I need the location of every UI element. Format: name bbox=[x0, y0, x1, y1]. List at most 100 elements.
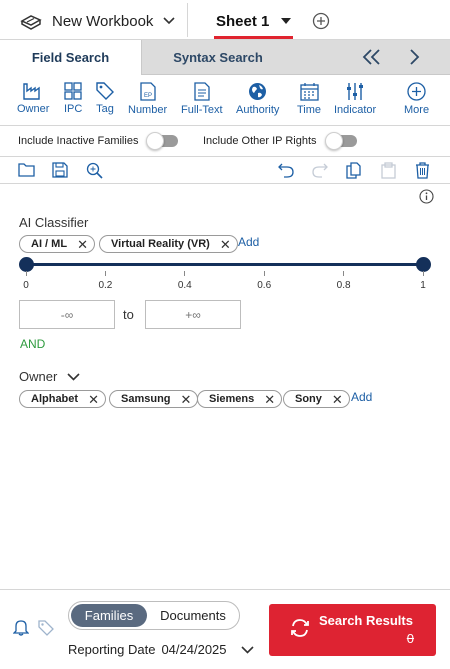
search-query-icon[interactable] bbox=[86, 162, 103, 179]
trash-icon[interactable] bbox=[415, 162, 430, 179]
search-results-button[interactable]: Search Results 0 bbox=[269, 604, 436, 656]
chip-virtual-reality[interactable]: Virtual Reality (VR) ✕ bbox=[99, 235, 238, 253]
grid-icon bbox=[64, 82, 82, 100]
field-fulltext-button[interactable]: Full-Text bbox=[181, 82, 223, 116]
slider-tick-label: 0.8 bbox=[336, 280, 351, 291]
ai-score-slider-track[interactable] bbox=[26, 263, 423, 266]
close-icon[interactable]: ✕ bbox=[264, 393, 275, 406]
ai-classifier-add-link[interactable]: Add bbox=[238, 235, 259, 249]
segment-documents[interactable]: Documents bbox=[153, 604, 233, 627]
owner-add-link[interactable]: Add bbox=[351, 390, 372, 404]
field-owner-label: Owner bbox=[17, 103, 50, 115]
close-icon[interactable]: ✕ bbox=[220, 238, 231, 251]
close-icon[interactable]: ✕ bbox=[88, 393, 99, 406]
active-sheet-indicator bbox=[214, 36, 293, 39]
owner-label: Owner bbox=[19, 369, 58, 384]
chip-samsung[interactable]: Samsung ✕ bbox=[109, 390, 199, 408]
owner-section-header[interactable]: Owner bbox=[19, 369, 80, 384]
chevron-down-icon bbox=[163, 17, 176, 25]
search-results-label: Search Results bbox=[319, 613, 413, 628]
factory-icon bbox=[23, 83, 40, 100]
chip-ai-ml[interactable]: AI / ML ✕ bbox=[19, 235, 95, 253]
slider-tick-label: 0.6 bbox=[257, 280, 272, 291]
slider-tick bbox=[263, 271, 265, 276]
tab-syntax-search[interactable]: Syntax Search bbox=[143, 40, 293, 75]
tag-icon[interactable] bbox=[38, 620, 54, 636]
close-icon[interactable]: ✕ bbox=[181, 393, 192, 406]
slider-tick-label: 0 bbox=[23, 280, 29, 291]
range-to-input[interactable] bbox=[145, 300, 241, 329]
field-ipc-button[interactable]: IPC bbox=[64, 82, 82, 115]
segment-families[interactable]: Families bbox=[71, 604, 147, 627]
bottom-bar: Families Documents Reporting Date 04/24/… bbox=[0, 589, 450, 669]
field-owner-button[interactable]: Owner bbox=[17, 82, 49, 115]
field-time-label: Time bbox=[297, 104, 322, 116]
field-indicator-label: Indicator bbox=[334, 104, 377, 116]
paste-icon[interactable] bbox=[381, 162, 396, 179]
reporting-date-value: 04/24/2025 bbox=[161, 642, 227, 657]
slider-tick bbox=[104, 271, 106, 276]
divider bbox=[187, 3, 188, 37]
copy-icon[interactable] bbox=[346, 162, 361, 179]
chip-label: Alphabet bbox=[31, 393, 79, 405]
toggle-other-ip-rights-label: Include Other IP Rights bbox=[203, 135, 317, 147]
sheet-tab[interactable]: Sheet 1 bbox=[216, 8, 292, 34]
document-ep-icon: EP bbox=[139, 82, 156, 101]
sheet-label: Sheet 1 bbox=[216, 12, 270, 30]
reporting-date-selector[interactable]: Reporting Date 04/24/2025 bbox=[68, 642, 254, 657]
slider-tick bbox=[184, 271, 186, 276]
toggle-other-ip-rights[interactable]: Include Other IP Rights bbox=[203, 132, 357, 150]
redo-icon[interactable] bbox=[312, 162, 328, 178]
query-toolbar bbox=[0, 158, 450, 184]
text-document-icon bbox=[194, 82, 210, 101]
tab-field-search[interactable]: Field Search bbox=[0, 40, 142, 75]
undo-icon[interactable] bbox=[278, 162, 294, 178]
toggle-inactive-families-label: Include Inactive Families bbox=[18, 135, 139, 147]
chip-label: Samsung bbox=[121, 393, 171, 405]
toggle-inactive-families-switch[interactable] bbox=[146, 132, 179, 150]
field-indicator-button[interactable]: Indicator bbox=[334, 82, 376, 116]
chevron-down-icon[interactable] bbox=[67, 372, 80, 381]
chevron-down-icon[interactable] bbox=[240, 645, 254, 654]
field-toolbar: Owner IPC Tag EP Number Full-Text Author… bbox=[0, 76, 450, 126]
field-authority-button[interactable]: Authority bbox=[236, 82, 279, 116]
slider-max-handle[interactable] bbox=[415, 257, 431, 272]
chip-siemens[interactable]: Siemens ✕ bbox=[197, 390, 283, 408]
and-operator[interactable]: AND bbox=[20, 337, 45, 351]
range-from-input[interactable] bbox=[19, 300, 115, 329]
toggle-other-ip-rights-switch[interactable] bbox=[324, 132, 357, 150]
ai-classifier-label: AI Classifier bbox=[19, 215, 89, 230]
slider-min-handle[interactable] bbox=[18, 257, 34, 272]
close-icon[interactable]: ✕ bbox=[77, 238, 88, 251]
slider-tick-label: 1 bbox=[420, 280, 426, 291]
globe-icon bbox=[249, 83, 267, 100]
slider-tick-label: 0.2 bbox=[98, 280, 113, 291]
field-number-label: Number bbox=[128, 104, 168, 116]
field-more-button[interactable]: More bbox=[404, 82, 429, 116]
svg-text:EP: EP bbox=[144, 93, 152, 99]
tag-icon bbox=[96, 82, 114, 100]
chevron-right-icon[interactable] bbox=[407, 49, 421, 65]
folder-icon[interactable] bbox=[18, 162, 35, 177]
workbook-selector[interactable]: New Workbook bbox=[20, 8, 176, 34]
field-number-button[interactable]: EP Number bbox=[128, 82, 167, 116]
workbook-label: New Workbook bbox=[52, 12, 154, 30]
chip-alphabet[interactable]: Alphabet ✕ bbox=[19, 390, 106, 408]
chip-sony[interactable]: Sony ✕ bbox=[283, 390, 350, 408]
save-icon[interactable] bbox=[52, 162, 68, 178]
add-sheet-icon[interactable] bbox=[312, 12, 330, 30]
calendar-icon bbox=[299, 83, 319, 101]
toggle-inactive-families[interactable]: Include Inactive Families bbox=[18, 132, 179, 150]
caret-down-icon[interactable] bbox=[281, 18, 292, 24]
field-tag-button[interactable]: Tag bbox=[96, 82, 114, 115]
bell-icon[interactable] bbox=[13, 618, 29, 636]
options-row: Include Inactive Families Include Other … bbox=[0, 127, 450, 157]
slider-tick-label: 0.4 bbox=[177, 280, 192, 291]
info-icon[interactable] bbox=[419, 189, 434, 204]
field-time-button[interactable]: Time bbox=[297, 82, 321, 116]
double-chevron-left-icon[interactable] bbox=[362, 49, 382, 65]
close-icon[interactable]: ✕ bbox=[332, 393, 343, 406]
chip-label: Siemens bbox=[209, 393, 255, 405]
result-type-toggle: Families Documents bbox=[68, 601, 240, 630]
reporting-date-label: Reporting Date bbox=[68, 642, 156, 657]
